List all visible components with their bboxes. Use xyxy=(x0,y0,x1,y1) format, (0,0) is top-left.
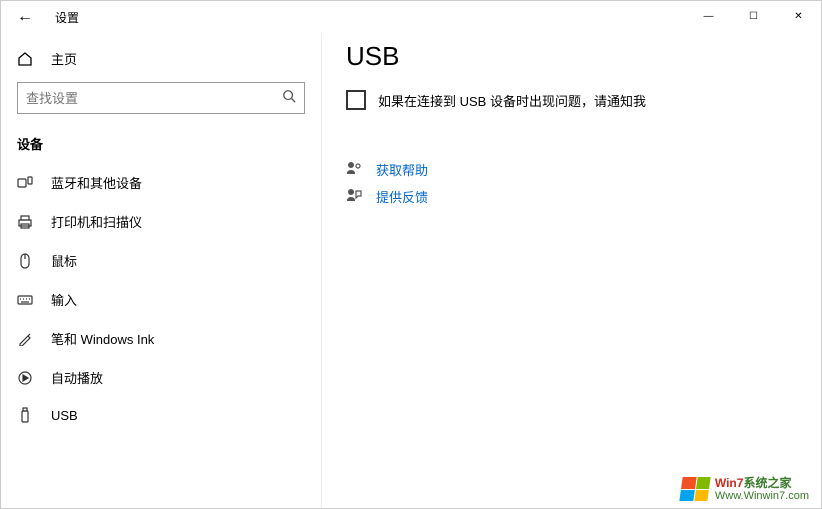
autoplay-icon xyxy=(17,371,33,385)
get-help-link[interactable]: 获取帮助 xyxy=(376,160,428,179)
feedback-link[interactable]: 提供反馈 xyxy=(376,187,428,206)
help-icon xyxy=(346,161,362,178)
home-label: 主页 xyxy=(51,49,77,68)
notify-usb-checkbox[interactable] xyxy=(346,90,366,110)
sidebar-item-pen[interactable]: 笔和 Windows Ink xyxy=(1,319,321,358)
back-button[interactable]: ← xyxy=(13,5,37,29)
maximize-icon: ☐ xyxy=(749,11,758,22)
get-help-row: 获取帮助 xyxy=(346,160,797,179)
sidebar-item-printers[interactable]: 打印机和扫描仪 xyxy=(1,202,321,241)
usb-icon xyxy=(17,407,33,423)
feedback-row: 提供反馈 xyxy=(346,187,797,206)
sidebar-item-label: 鼠标 xyxy=(51,251,77,270)
bluetooth-devices-icon xyxy=(17,176,33,190)
window-controls: — ☐ ✕ xyxy=(686,1,821,31)
close-icon: ✕ xyxy=(794,11,802,22)
sidebar-item-autoplay[interactable]: 自动播放 xyxy=(1,358,321,397)
sidebar-section-header: 设备 xyxy=(1,128,321,163)
sidebar-item-label: 笔和 Windows Ink xyxy=(51,329,154,348)
window-title: 设置 xyxy=(55,9,79,26)
sidebar-item-label: 自动播放 xyxy=(51,368,103,387)
arrow-left-icon: ← xyxy=(17,8,33,26)
printer-icon xyxy=(17,215,33,229)
close-button[interactable]: ✕ xyxy=(776,1,821,31)
pen-icon xyxy=(17,332,33,346)
search-input-container[interactable] xyxy=(17,82,305,114)
sidebar: 主页 设备 蓝牙和其他设备 打印机和扫描仪 xyxy=(1,33,321,508)
page-title: USB xyxy=(346,41,797,72)
notify-usb-label: 如果在连接到 USB 设备时出现问题，请通知我 xyxy=(378,91,646,110)
windows-flag-icon xyxy=(679,477,710,501)
feedback-icon xyxy=(346,188,362,205)
mouse-icon xyxy=(17,253,33,269)
sidebar-item-typing[interactable]: 输入 xyxy=(1,280,321,319)
sidebar-item-label: 打印机和扫描仪 xyxy=(51,212,142,231)
main-content: USB 如果在连接到 USB 设备时出现问题，请通知我 获取帮助 提供反馈 xyxy=(321,33,821,508)
sidebar-item-usb[interactable]: USB xyxy=(1,397,321,433)
maximize-button[interactable]: ☐ xyxy=(731,1,776,31)
watermark-text: Win7系统之家 Www.Winwin7.com xyxy=(715,477,809,502)
search-icon xyxy=(282,89,296,108)
watermark: Win7系统之家 Www.Winwin7.com xyxy=(681,477,809,502)
home-nav[interactable]: 主页 xyxy=(1,41,321,76)
sidebar-item-label: 输入 xyxy=(51,290,77,309)
sidebar-item-mouse[interactable]: 鼠标 xyxy=(1,241,321,280)
sidebar-item-label: USB xyxy=(51,408,78,423)
home-icon xyxy=(17,51,33,67)
keyboard-icon xyxy=(17,294,33,306)
sidebar-item-label: 蓝牙和其他设备 xyxy=(51,173,142,192)
sidebar-item-bluetooth[interactable]: 蓝牙和其他设备 xyxy=(1,163,321,202)
notify-usb-issues-row: 如果在连接到 USB 设备时出现问题，请通知我 xyxy=(346,90,797,110)
minimize-button[interactable]: — xyxy=(686,1,731,31)
minimize-icon: — xyxy=(704,11,714,22)
search-input[interactable] xyxy=(26,91,282,106)
